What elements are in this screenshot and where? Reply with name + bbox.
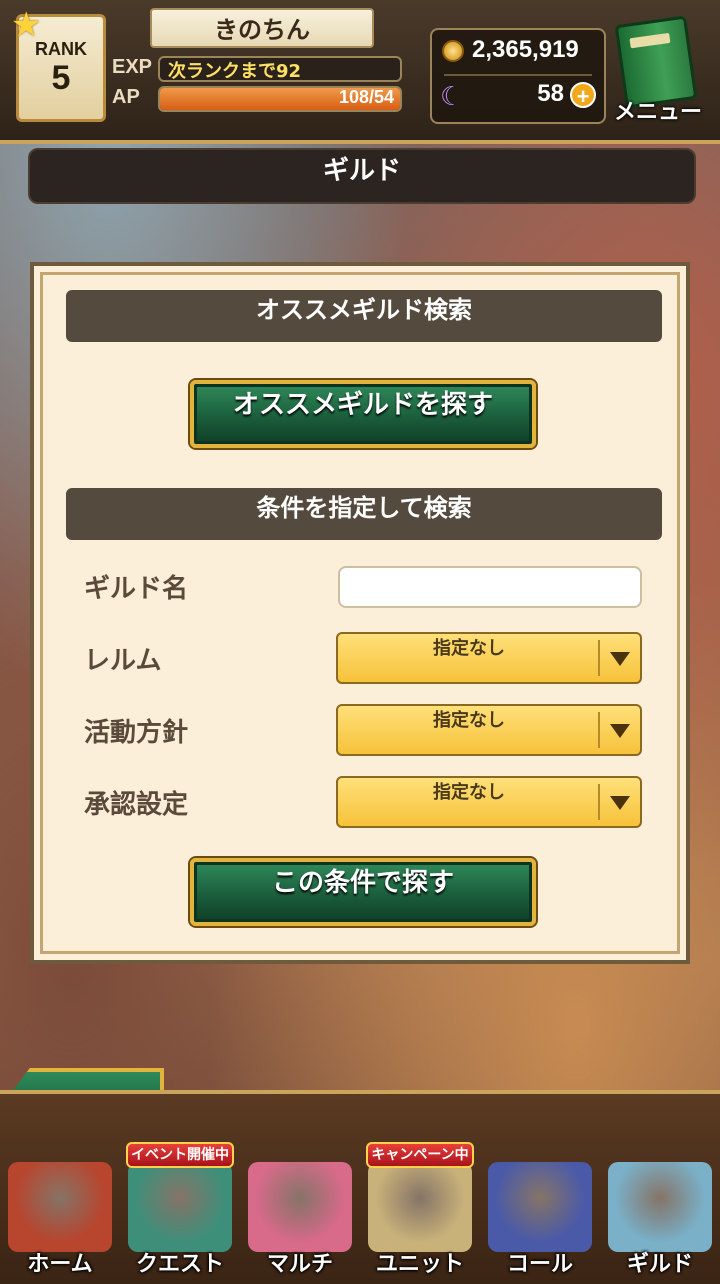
realm-label: レルム bbox=[84, 646, 162, 676]
gem-count: 58 bbox=[537, 80, 564, 107]
campaign-badge: キャンペーン中 bbox=[366, 1142, 474, 1168]
event-badge: イベント開催中 bbox=[126, 1142, 234, 1168]
policy-select-value: 指定なし bbox=[433, 710, 505, 731]
menu-button[interactable]: メニュー bbox=[606, 14, 710, 126]
castle-icon bbox=[608, 1162, 712, 1252]
nav-item-guild[interactable]: ギルド bbox=[602, 1158, 718, 1284]
nav-label: ホーム bbox=[27, 1252, 93, 1277]
ap-bar: 108/54 bbox=[158, 86, 402, 112]
guild-search-panel: オススメギルド検索 オススメギルドを探す 条件を指定して検索 ギルド名 レルム … bbox=[30, 262, 690, 964]
coin-icon bbox=[442, 40, 464, 62]
select-divider bbox=[598, 784, 600, 820]
unit-icon bbox=[368, 1162, 472, 1252]
ap-text: 108/54 bbox=[338, 87, 394, 107]
chevron-down-icon bbox=[610, 796, 630, 810]
exp-label: EXP bbox=[112, 56, 153, 78]
nav-item-call[interactable]: コール bbox=[482, 1158, 598, 1284]
nav-label: ユニット bbox=[375, 1252, 464, 1277]
nav-item-home[interactable]: ホーム bbox=[2, 1158, 118, 1284]
nav-label: コール bbox=[506, 1252, 573, 1277]
select-divider bbox=[598, 712, 600, 748]
crescent-moon-icon: ☾ bbox=[440, 82, 464, 112]
find-recommended-guild-button[interactable]: オススメギルドを探す bbox=[190, 380, 536, 448]
exp-text: 次ランクまで92 bbox=[168, 61, 302, 82]
nav-label: マルチ bbox=[266, 1252, 333, 1277]
realm-select[interactable]: 指定なし bbox=[336, 632, 642, 684]
chevron-down-icon bbox=[610, 652, 630, 666]
bottom-nav: ホーム イベント開催中 クエスト マルチ キャンペーン中 ユニット コール ギル… bbox=[0, 1090, 720, 1284]
approval-label: 承認設定 bbox=[84, 790, 189, 820]
nav-label: クエスト bbox=[135, 1252, 224, 1277]
divider bbox=[444, 74, 592, 76]
nav-item-unit[interactable]: キャンペーン中 ユニット bbox=[362, 1142, 478, 1284]
menu-label: メニュー bbox=[613, 100, 702, 125]
guild-name-input[interactable] bbox=[338, 566, 642, 608]
condition-section-title: 条件を指定して検索 bbox=[66, 488, 662, 540]
approval-select[interactable]: 指定なし bbox=[336, 776, 642, 828]
nav-item-multi[interactable]: マルチ bbox=[242, 1158, 358, 1284]
nav-item-quest[interactable]: イベント開催中 クエスト bbox=[122, 1142, 238, 1284]
gate-icon bbox=[128, 1162, 232, 1252]
status-header: ★ RANK 5 きのちん EXP 次ランクまで92 AP 108/54 2,3… bbox=[0, 0, 720, 144]
rank-value: 5 bbox=[51, 59, 71, 97]
approval-select-value: 指定なし bbox=[433, 782, 505, 803]
nav-label: ギルド bbox=[626, 1252, 693, 1277]
add-gems-button[interactable]: + bbox=[570, 82, 596, 109]
policy-label: 活動方針 bbox=[84, 718, 189, 748]
lantern-icon bbox=[488, 1162, 592, 1252]
player-name: きのちん bbox=[150, 8, 374, 48]
house-icon bbox=[8, 1162, 112, 1252]
page-title: ギルド bbox=[28, 148, 696, 204]
realm-select-value: 指定なし bbox=[433, 638, 505, 659]
currency-panel: 2,365,919 ☾ 58 + bbox=[430, 28, 606, 124]
select-divider bbox=[598, 640, 600, 676]
policy-select[interactable]: 指定なし bbox=[336, 704, 642, 756]
recommend-section-title: オススメギルド検索 bbox=[66, 290, 662, 342]
search-by-condition-button[interactable]: この条件で探す bbox=[190, 858, 536, 926]
guild-name-label: ギルド名 bbox=[84, 574, 189, 604]
coin-count: 2,365,919 bbox=[472, 36, 579, 63]
exp-bar: 次ランクまで92 bbox=[158, 56, 402, 82]
ap-label: AP bbox=[112, 86, 140, 108]
book-label-decor bbox=[629, 32, 671, 49]
star-icon: ★ bbox=[11, 5, 42, 45]
rank-card: ★ RANK 5 bbox=[11, 5, 106, 122]
chevron-down-icon bbox=[610, 724, 630, 738]
characters-icon bbox=[248, 1162, 352, 1252]
